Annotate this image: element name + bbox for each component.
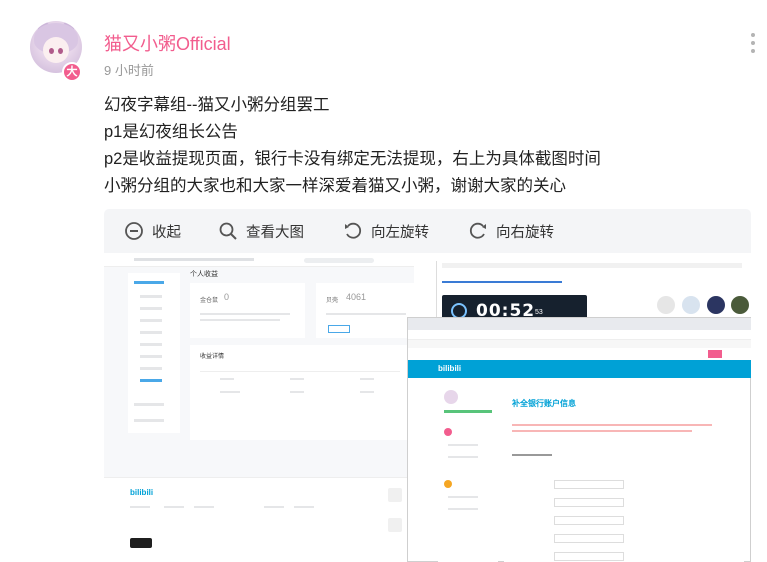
- browser-tabs: [408, 318, 751, 330]
- balance-label: 金仓鼠: [200, 298, 219, 304]
- avatar-eye-right: [58, 48, 63, 54]
- site-banner: bilibili: [408, 360, 751, 378]
- clock-seconds: 53: [535, 309, 543, 316]
- bank-form: 补全银行账户信息: [504, 384, 744, 562]
- bank-info-screenshot: bilibili 补全银行账户信息: [407, 317, 751, 562]
- content-line: p2是收益提现页面，银行卡没有绑定无法提现，右上为具体截图时间: [104, 150, 601, 168]
- member-sidebar: [438, 384, 498, 562]
- rotate-right-icon: [469, 222, 486, 239]
- rotate-right-button[interactable]: 向右旋转: [468, 220, 554, 242]
- view-large-button[interactable]: 查看大图: [218, 220, 304, 242]
- username[interactable]: 猫又小粥Official: [104, 30, 231, 56]
- income-page-screenshot: 个人收益 金仓鼠 0 贝壳 4061 收益详情 bilibili: [104, 253, 414, 562]
- image-viewer: 收起 查看大图 向左旋转 向右旋转 个人收益 金仓鼠 0 贝壳 4061 收益详…: [104, 209, 751, 562]
- footer-logo: bilibili: [130, 488, 154, 497]
- personal-income-title: 个人收益: [190, 271, 218, 278]
- rotate-left-label: 向左旋转: [371, 224, 429, 241]
- balance-value: 0: [224, 292, 230, 302]
- collapse-button[interactable]: 收起: [124, 220, 181, 242]
- income-details-card: 收益详情: [190, 345, 414, 440]
- browser-address-bar: [408, 330, 751, 340]
- collapse-icon: [125, 222, 143, 240]
- balance-card: 金仓鼠 0: [190, 283, 305, 338]
- view-large-label: 查看大图: [246, 224, 304, 241]
- post-content: 幻夜字幕组--猫又小粥分组罢工 p1是幻夜组长公告 p2是收益提现页面，银行卡没…: [104, 92, 744, 200]
- rotate-left-icon: [345, 222, 362, 239]
- top-nav-bar: [104, 253, 414, 267]
- post-time[interactable]: 9 小时前: [104, 60, 154, 79]
- bili-logo: bilibili: [438, 364, 462, 373]
- points-card: 贝壳 4061: [316, 283, 414, 338]
- vip-badge: 大: [62, 62, 82, 82]
- search-icon: [219, 222, 237, 240]
- screenshot-image[interactable]: 个人收益 金仓鼠 0 贝壳 4061 收益详情 bilibili 00:52 5…: [104, 253, 751, 562]
- sidebar: [128, 273, 180, 433]
- content-line: 小粥分组的大家也和大家一样深爱着猫又小粥，谢谢大家的关心: [104, 177, 566, 195]
- avatar-eye-left: [49, 48, 54, 54]
- bookmarks-bar: [408, 340, 751, 348]
- dynamic-post: 大 猫又小粥Official 9 小时前 幻夜字幕组--猫又小粥分组罢工 p1是…: [0, 0, 767, 562]
- footer: bilibili: [104, 477, 414, 562]
- collapse-label: 收起: [152, 224, 181, 241]
- points-label: 贝壳: [326, 298, 339, 304]
- content-line: 幻夜字幕组--猫又小粥分组罢工: [104, 96, 330, 114]
- rotate-left-button[interactable]: 向左旋转: [343, 220, 429, 242]
- rotate-right-label: 向右旋转: [496, 224, 554, 241]
- income-details-title: 收益详情: [200, 354, 225, 360]
- content-line: p1是幻夜组长公告: [104, 123, 238, 141]
- points-value: 4061: [346, 292, 367, 302]
- viewer-toolbar: 收起 查看大图 向左旋转 向右旋转: [104, 209, 751, 253]
- more-options-icon[interactable]: [748, 33, 758, 57]
- bank-title: 补全银行账户信息: [512, 399, 576, 408]
- avatar-face: [43, 37, 69, 63]
